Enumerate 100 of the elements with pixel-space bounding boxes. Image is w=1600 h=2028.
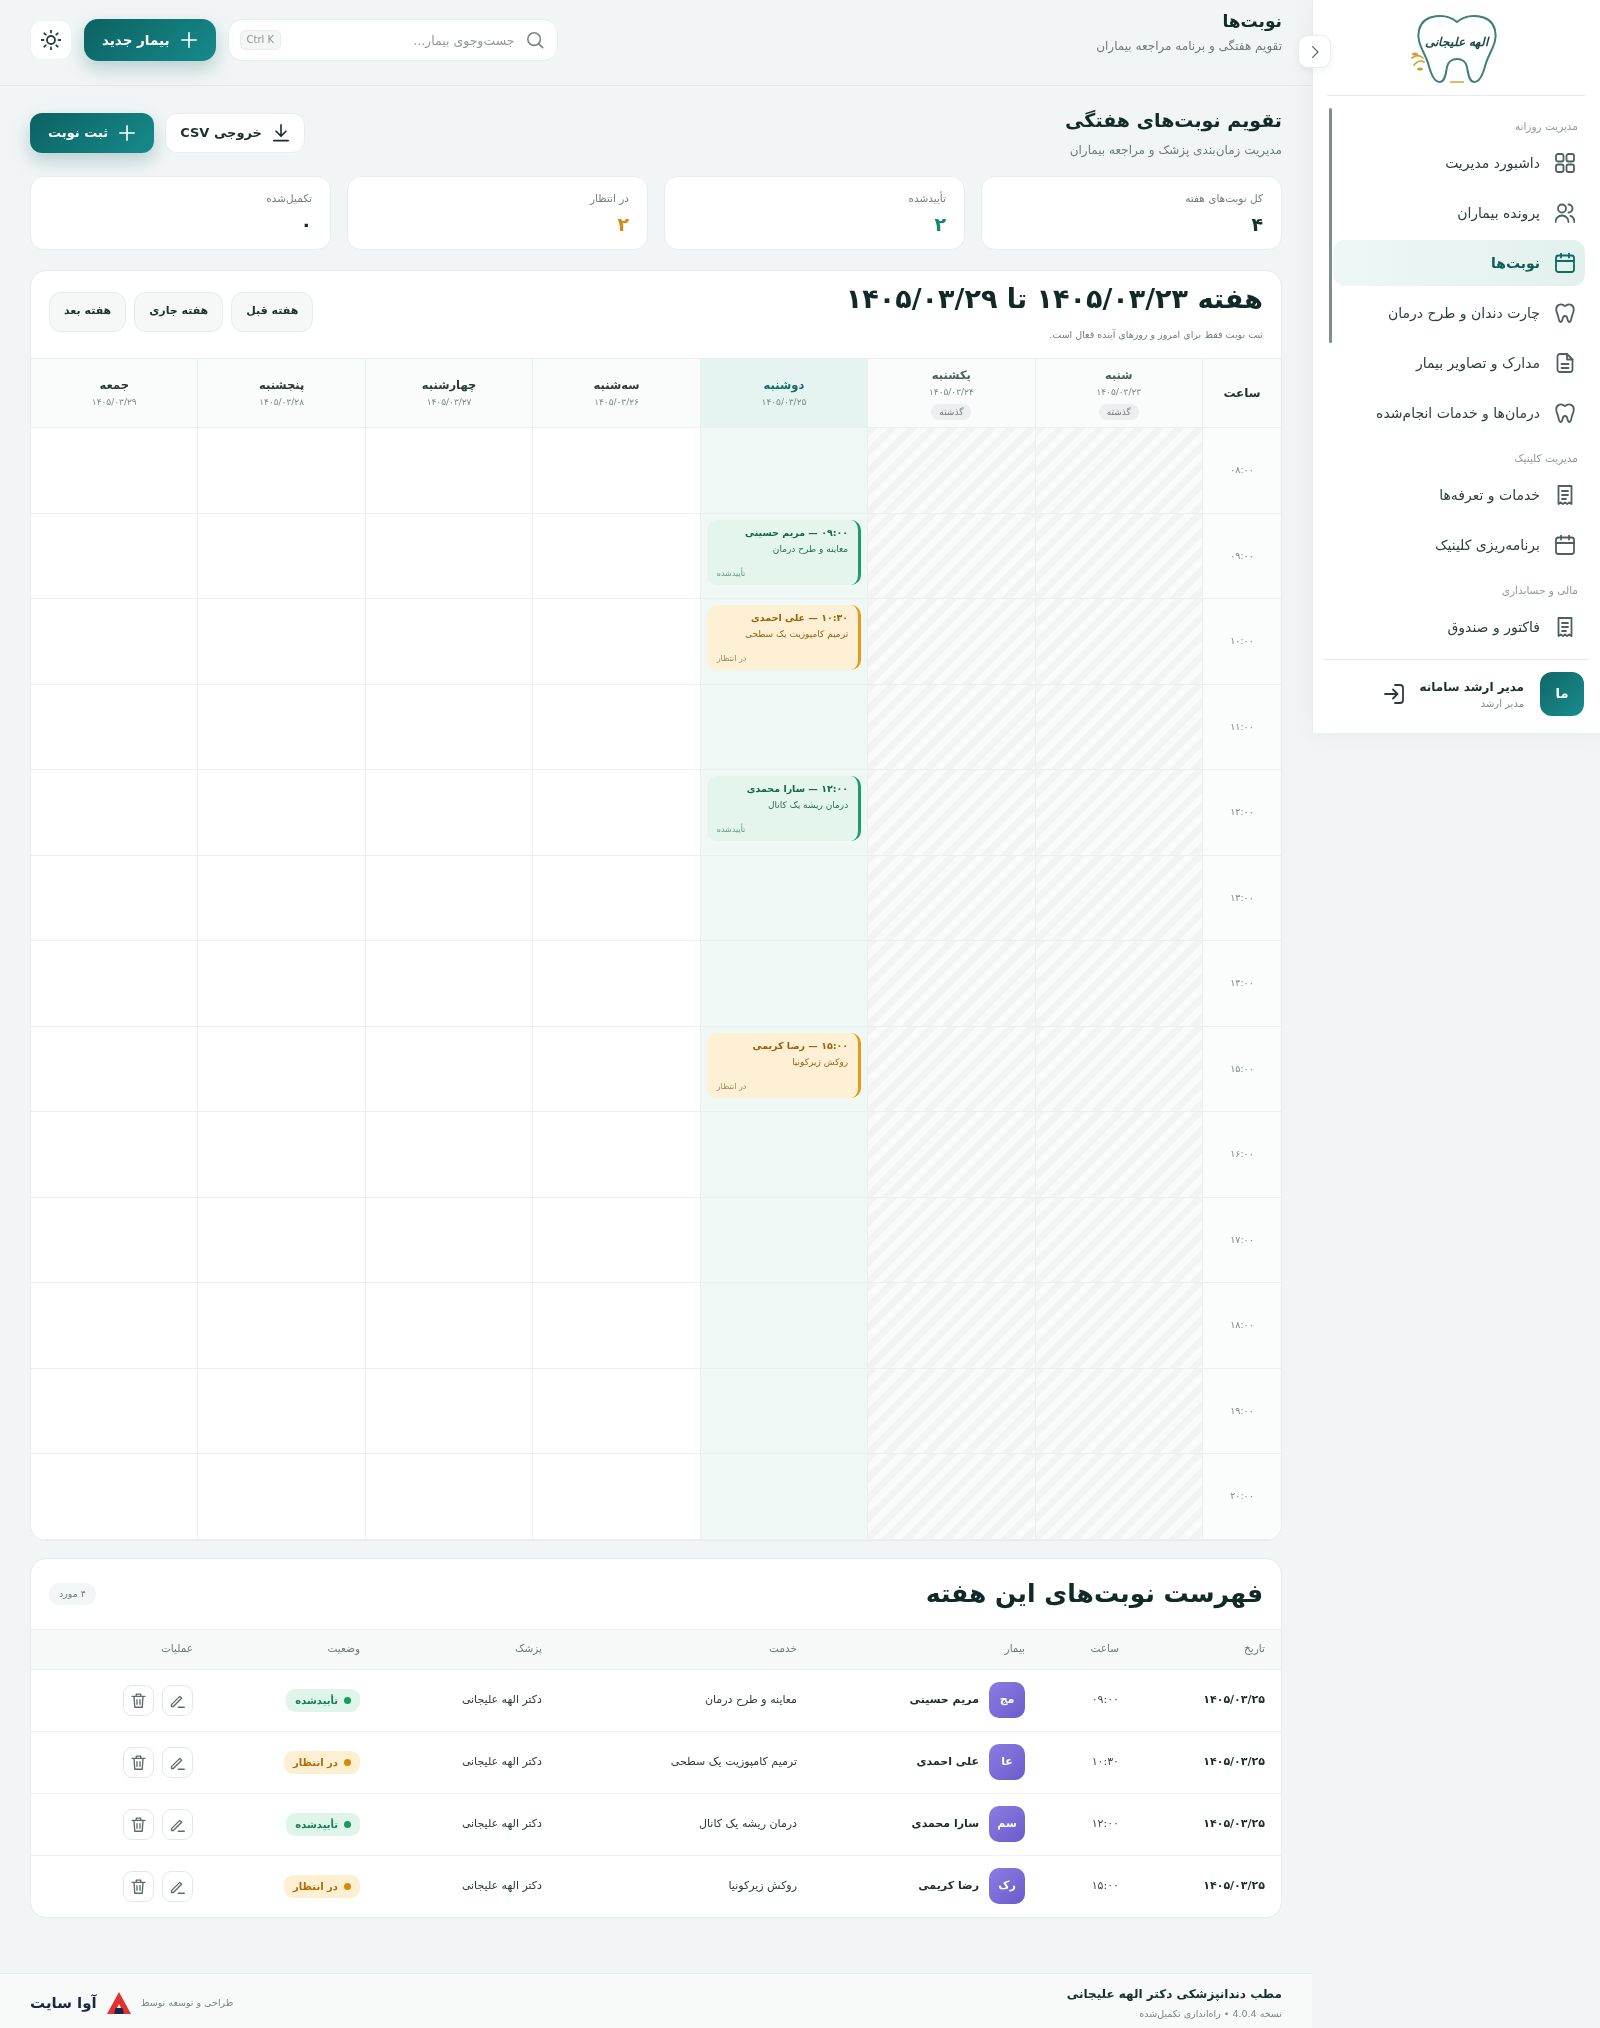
time-slot[interactable]: ۱۵:۰۰ — رضا کریمی روکش زیرکونیا در انتظار	[700, 1026, 869, 1112]
stat-label: تکمیل‌شده	[265, 191, 312, 206]
time-slot[interactable]	[700, 428, 869, 514]
stat-value: ۰	[299, 212, 312, 236]
time-slot[interactable]: ۰۹:۰۰ — مریم حسینی معاینه و طرح درمان تأییدشده	[700, 513, 869, 599]
week-title: هفته ۱۴۰۵/۰۳/۲۳ تا ۱۴۰۵/۰۳/۲۹	[845, 282, 1263, 316]
edit-button[interactable]	[162, 1746, 193, 1778]
tooth-icon	[1555, 403, 1575, 423]
day-name: چهارشنبه	[421, 377, 477, 393]
time-slot[interactable]	[198, 1454, 366, 1540]
day-date: ۱۴۰۵/۰۳/۲۴	[929, 385, 974, 399]
time-slot[interactable]	[533, 428, 701, 514]
clinic-name: مطب دندانپزشکی دکتر الهه علیجانی	[1066, 1985, 1282, 2003]
time-label: ۰۸:۰۰	[1230, 463, 1254, 478]
nav-item[interactable]: پرونده بیماران	[1333, 190, 1585, 236]
plus-icon	[118, 124, 137, 142]
user-name: مدیر ارشد سامانه	[1419, 678, 1524, 696]
week-nav-button[interactable]: هفته جاری	[134, 291, 224, 332]
time-slot[interactable]	[365, 1454, 534, 1540]
time-slot[interactable]	[31, 513, 199, 599]
day-name: یکشنبه	[931, 366, 971, 383]
time-slot[interactable]: ۱۲:۰۰ — سارا محمدی درمان ریشه یک کانال تأییدشده	[700, 770, 869, 856]
column-header: ساعت	[1090, 1642, 1119, 1655]
edit-button[interactable]	[162, 1808, 193, 1840]
time-label: ۱۵:۰۰	[1230, 1061, 1254, 1076]
stat-value: ۲	[933, 212, 946, 236]
delete-button[interactable]	[123, 1870, 154, 1902]
time-slot[interactable]: ۱۰:۳۰ — علی احمدی ترمیم کامپوزیت یک سطحی در انتظار	[700, 599, 869, 685]
time-slot[interactable]	[31, 855, 199, 941]
logout-button[interactable]	[1383, 684, 1404, 704]
column-header: تاریخ	[1244, 1642, 1265, 1655]
time-slot[interactable]	[31, 684, 199, 770]
credit-text: طراحی و توسعه توسط	[140, 1995, 234, 2010]
week-nav-button[interactable]: هفته بعد	[49, 291, 127, 332]
stat-value: ۲	[616, 212, 629, 236]
day-date: ۱۴۰۵/۰۳/۲۶	[594, 396, 639, 409]
time-slot[interactable]	[31, 1026, 199, 1112]
status-text: تأییدشده	[295, 1817, 338, 1832]
time-slot[interactable]	[31, 770, 199, 856]
logo-text: الهه علیجانی	[1422, 34, 1491, 50]
nav-item[interactable]: داشبورد مدیریت	[1333, 140, 1585, 186]
nav-item[interactable]: برنامه‌ریزی کلینیک	[1333, 522, 1585, 568]
time-slot[interactable]	[31, 1197, 199, 1283]
day-date: ۱۴۰۵/۰۳/۲۷	[426, 396, 472, 409]
appointment-card[interactable]: ۱۲:۰۰ — سارا محمدی درمان ریشه یک کانال تأییدشده	[706, 776, 862, 841]
time-slot[interactable]	[31, 428, 199, 514]
time-label: ۰۹:۰۰	[1230, 548, 1254, 563]
nav-item[interactable]: خدمات و تعرفه‌ها	[1333, 472, 1585, 518]
time-slot[interactable]	[700, 1454, 869, 1540]
appointment-status: تأییدشده	[716, 567, 746, 580]
calendar-icon	[1555, 535, 1575, 555]
time-slot[interactable]	[31, 599, 199, 685]
appointment-title: ۱۰:۳۰ — علی احمدی	[750, 611, 849, 625]
brand-name[interactable]: آوا سایت	[30, 1991, 97, 2015]
collapse-button[interactable]	[1298, 35, 1331, 68]
scrollbar-thumb[interactable]	[1329, 108, 1332, 343]
appointment-service: درمان ریشه یک کانال	[766, 799, 849, 812]
appointment-title: ۱۲:۰۰ — سارا محمدی	[745, 782, 849, 796]
trash-icon	[131, 1878, 146, 1894]
edit-button[interactable]	[162, 1684, 193, 1716]
header-title: نوبت‌ها	[1221, 10, 1282, 33]
time-label: ۱۳:۰۰	[1230, 890, 1254, 905]
document-icon	[1555, 353, 1575, 373]
service-name: روکش زیرکونیا	[728, 1879, 797, 1892]
add-appointment-button[interactable]: ثبت نوبت	[30, 113, 155, 153]
day-name: شنبه	[1104, 366, 1133, 383]
section-label: مدیریت کلینیک	[1513, 451, 1579, 467]
time-slot[interactable]	[31, 941, 199, 1027]
week-nav-button[interactable]: هفته قبل	[231, 291, 314, 332]
time-slot[interactable]	[31, 1368, 199, 1454]
nav-item[interactable]: چارت دندان و طرح درمان	[1333, 290, 1585, 336]
edit-button[interactable]	[162, 1870, 193, 1902]
appointment-card[interactable]: ۱۵:۰۰ — رضا کریمی روکش زیرکونیا در انتظار	[706, 1032, 862, 1098]
new-patient-button[interactable]: بیمار جدید	[84, 19, 216, 61]
plus-icon	[179, 31, 198, 49]
delete-button[interactable]	[123, 1746, 154, 1778]
theme-toggle-button[interactable]	[30, 20, 72, 60]
appointment-card[interactable]: ۰۹:۰۰ — مریم حسینی معاینه و طرح درمان تأییدشده	[706, 519, 862, 585]
nav-item[interactable]: فاکتور و صندوق	[1333, 604, 1585, 650]
delete-button[interactable]	[123, 1808, 154, 1840]
appointment-title: ۱۵:۰۰ — رضا کریمی	[751, 1038, 849, 1053]
nav-item[interactable]: مدارک و تصاویر بیمار	[1333, 340, 1585, 386]
count-badge: ۴ مورد	[49, 1582, 96, 1605]
time-slot[interactable]	[533, 1454, 701, 1540]
appointment-title: ۰۹:۰۰ — مریم حسینی	[744, 525, 849, 540]
export-button[interactable]: خروجی CSV	[165, 113, 305, 153]
time-label: ۱۸:۰۰	[1230, 1318, 1254, 1333]
day-name: پنجشنبه	[258, 377, 305, 393]
time-slot[interactable]	[31, 1283, 199, 1369]
user-role: مدیر ارشد	[1479, 696, 1524, 711]
list-title: فهرست نوبت‌های این هفته	[925, 1577, 1263, 1611]
status-dot-icon	[344, 1758, 351, 1766]
appointment-card[interactable]: ۱۰:۳۰ — علی احمدی ترمیم کامپوزیت یک سطحی در انتظار	[706, 605, 862, 670]
time-slot[interactable]	[31, 1112, 199, 1198]
delete-button[interactable]	[123, 1684, 154, 1716]
nav-item[interactable]: نوبت‌ها	[1333, 240, 1585, 286]
nav-item[interactable]: درمان‌ها و خدمات انجام‌شده	[1333, 390, 1585, 436]
time-slot[interactable]	[31, 1454, 199, 1540]
day-date: ۱۴۰۵/۰۳/۲۹	[91, 396, 137, 409]
appointment-time: ۱۲:۰۰	[1091, 1816, 1119, 1830]
